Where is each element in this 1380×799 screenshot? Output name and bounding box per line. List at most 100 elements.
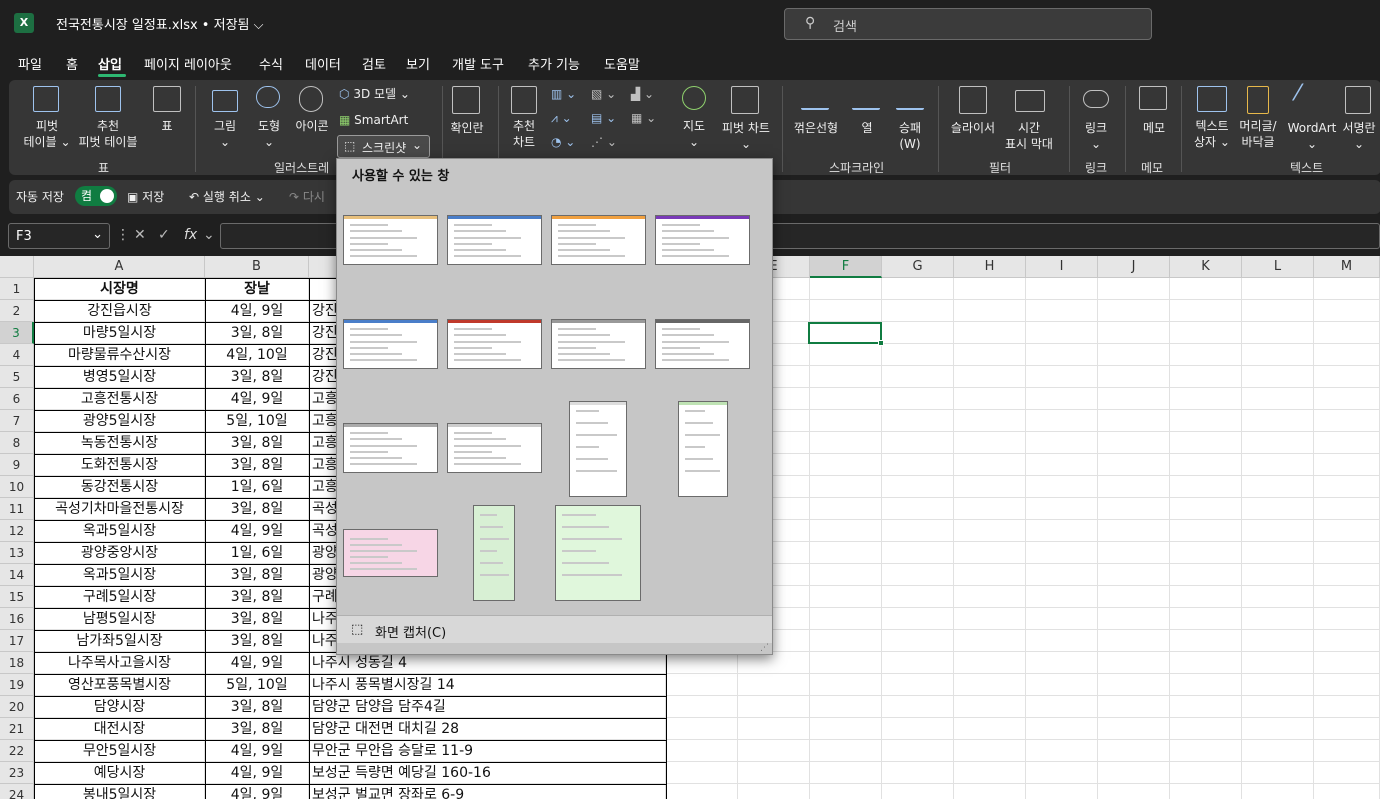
search-box[interactable]: ⚲ 검색 [784, 8, 1152, 40]
tab-formulas[interactable]: 수식 [259, 54, 283, 73]
window-thumbnail[interactable] [343, 423, 438, 473]
table-button[interactable]: 표 [155, 118, 179, 134]
combo-chart-icon[interactable]: ▦ ⌄ [631, 110, 656, 126]
tab-review[interactable]: 검토 [362, 54, 386, 73]
recommended-pivot-button[interactable]: 추천 피벗 테이블 [75, 118, 141, 150]
header-footer-button[interactable]: 머리글/ 바닥글 [1235, 118, 1281, 150]
column-header-a[interactable]: A [34, 256, 205, 278]
line-chart-icon[interactable]: ⩘ ⌄ [551, 110, 572, 126]
row-header[interactable]: 3 [0, 322, 34, 344]
row-header[interactable]: 13 [0, 542, 34, 564]
tab-data[interactable]: 데이터 [305, 54, 341, 73]
window-thumbnail[interactable] [551, 215, 646, 265]
row-header[interactable]: 10 [0, 476, 34, 498]
cancel-icon[interactable]: ✕ [134, 227, 146, 243]
more-icon[interactable]: ⋮ [116, 227, 130, 243]
wordart-button[interactable]: WordArt ⌄ [1281, 120, 1343, 152]
column-header-h[interactable]: H [954, 256, 1026, 278]
column-header-i[interactable]: I [1026, 256, 1098, 278]
window-thumbnail[interactable] [447, 423, 542, 473]
shapes-button[interactable]: 도형 ⌄ [253, 118, 285, 150]
row-header[interactable]: 11 [0, 498, 34, 520]
row-header[interactable]: 20 [0, 696, 34, 718]
undo-button[interactable]: ↶ 실행 취소 ⌄ [189, 188, 265, 205]
3d-model-button[interactable]: ⬡ 3D 모델 ⌄ [339, 86, 410, 102]
select-all-corner[interactable] [0, 256, 34, 278]
row-header[interactable]: 21 [0, 718, 34, 740]
timeline-button[interactable]: 시간 표시 막대 [999, 120, 1059, 152]
active-cell-f3[interactable] [808, 322, 882, 344]
tab-file[interactable]: 파일 [18, 54, 42, 73]
window-thumbnail[interactable] [678, 401, 728, 497]
column-header-k[interactable]: K [1170, 256, 1242, 278]
row-header[interactable]: 12 [0, 520, 34, 542]
window-thumbnail[interactable] [655, 319, 750, 369]
column-chart-icon[interactable]: ▥ ⌄ [551, 86, 576, 102]
window-thumbnail[interactable] [655, 215, 750, 265]
row-header[interactable]: 6 [0, 388, 34, 410]
hierarchy-chart-icon[interactable]: ▧ ⌄ [591, 86, 616, 102]
resize-grip-icon[interactable]: ⋰ [760, 643, 769, 653]
maps-button[interactable]: 지도 ⌄ [679, 118, 709, 150]
textbox-button[interactable]: 텍스트 상자 ⌄ [1189, 118, 1235, 150]
picture-button[interactable]: 그림 ⌄ [209, 118, 241, 150]
sparkline-line-button[interactable]: 꺾은선형 [791, 120, 841, 136]
enter-icon[interactable]: ✓ [158, 227, 170, 243]
fill-handle[interactable] [878, 340, 884, 346]
row-header[interactable]: 18 [0, 652, 34, 674]
screenshot-button[interactable]: ⬚ 스크린샷 ⌄ [337, 135, 430, 158]
row-header[interactable]: 5 [0, 366, 34, 388]
tab-addins[interactable]: 추가 기능 [528, 54, 580, 73]
row-header[interactable]: 4 [0, 344, 34, 366]
row-header[interactable]: 8 [0, 432, 34, 454]
tab-developer[interactable]: 개발 도구 [452, 54, 504, 73]
checkbox-button[interactable]: 확인란 [445, 120, 489, 136]
window-thumbnail[interactable] [569, 401, 627, 497]
recommended-charts-button[interactable]: 추천 차트 [509, 118, 539, 150]
row-header[interactable]: 7 [0, 410, 34, 432]
column-header-l[interactable]: L [1242, 256, 1314, 278]
chevron-down-icon[interactable]: ⌄ [203, 227, 215, 243]
pie-chart-icon[interactable]: ◔ ⌄ [551, 134, 575, 150]
comment-button[interactable]: 메모 [1137, 120, 1171, 136]
row-header[interactable]: 9 [0, 454, 34, 476]
sparkline-column-button[interactable]: 열 [857, 120, 877, 136]
tab-home[interactable]: 홈 [66, 54, 78, 73]
column-header-g[interactable]: G [882, 256, 954, 278]
column-header-m[interactable]: M [1314, 256, 1380, 278]
row-header[interactable]: 14 [0, 564, 34, 586]
insert-function-icon[interactable]: fx [184, 227, 197, 243]
row-header[interactable]: 17 [0, 630, 34, 652]
window-thumbnail[interactable] [447, 215, 542, 265]
tab-help[interactable]: 도움말 [604, 54, 640, 73]
tab-page-layout[interactable]: 페이지 레이아웃 [144, 54, 232, 73]
link-button[interactable]: 링크 ⌄ [1079, 120, 1113, 152]
window-thumbnail[interactable] [473, 505, 515, 601]
tab-view[interactable]: 보기 [406, 54, 430, 73]
tab-insert[interactable]: 삽입 [98, 54, 122, 73]
slicer-button[interactable]: 슬라이서 [947, 120, 999, 136]
smartart-button[interactable]: ▦ SmartArt [339, 112, 408, 128]
signature-button[interactable]: 서명란 ⌄ [1337, 120, 1380, 152]
row-header[interactable]: 1 [0, 278, 34, 300]
row-header[interactable]: 16 [0, 608, 34, 630]
sparkline-winloss-button[interactable]: 승패 (W) [894, 120, 926, 152]
save-button[interactable]: ▣ 저장 [127, 188, 164, 205]
screen-clipping-button[interactable]: ⬚ 화면 캡처(C) [337, 615, 772, 643]
window-thumbnail[interactable] [555, 505, 641, 601]
window-title[interactable]: 전국전통시장 일정표.xlsx • 저장됨 ⌵ [56, 14, 264, 33]
column-header-b[interactable]: B [205, 256, 309, 278]
icons-button[interactable]: 아이콘 [292, 118, 332, 134]
window-thumbnail[interactable] [343, 215, 438, 265]
autosave-toggle[interactable]: 켬 [75, 186, 117, 206]
row-header[interactable]: 15 [0, 586, 34, 608]
column-header-j[interactable]: J [1098, 256, 1170, 278]
row-header[interactable]: 24 [0, 784, 34, 799]
row-header[interactable]: 23 [0, 762, 34, 784]
row-header[interactable]: 22 [0, 740, 34, 762]
pivot-chart-button[interactable]: 피벗 차트 ⌄ [715, 120, 777, 152]
scatter-chart-icon[interactable]: ⋰ ⌄ [591, 134, 617, 150]
column-header-f[interactable]: F [810, 256, 882, 278]
window-thumbnail[interactable] [551, 319, 646, 369]
pivot-table-button[interactable]: 피벗 테이블 ⌄ [21, 118, 73, 150]
